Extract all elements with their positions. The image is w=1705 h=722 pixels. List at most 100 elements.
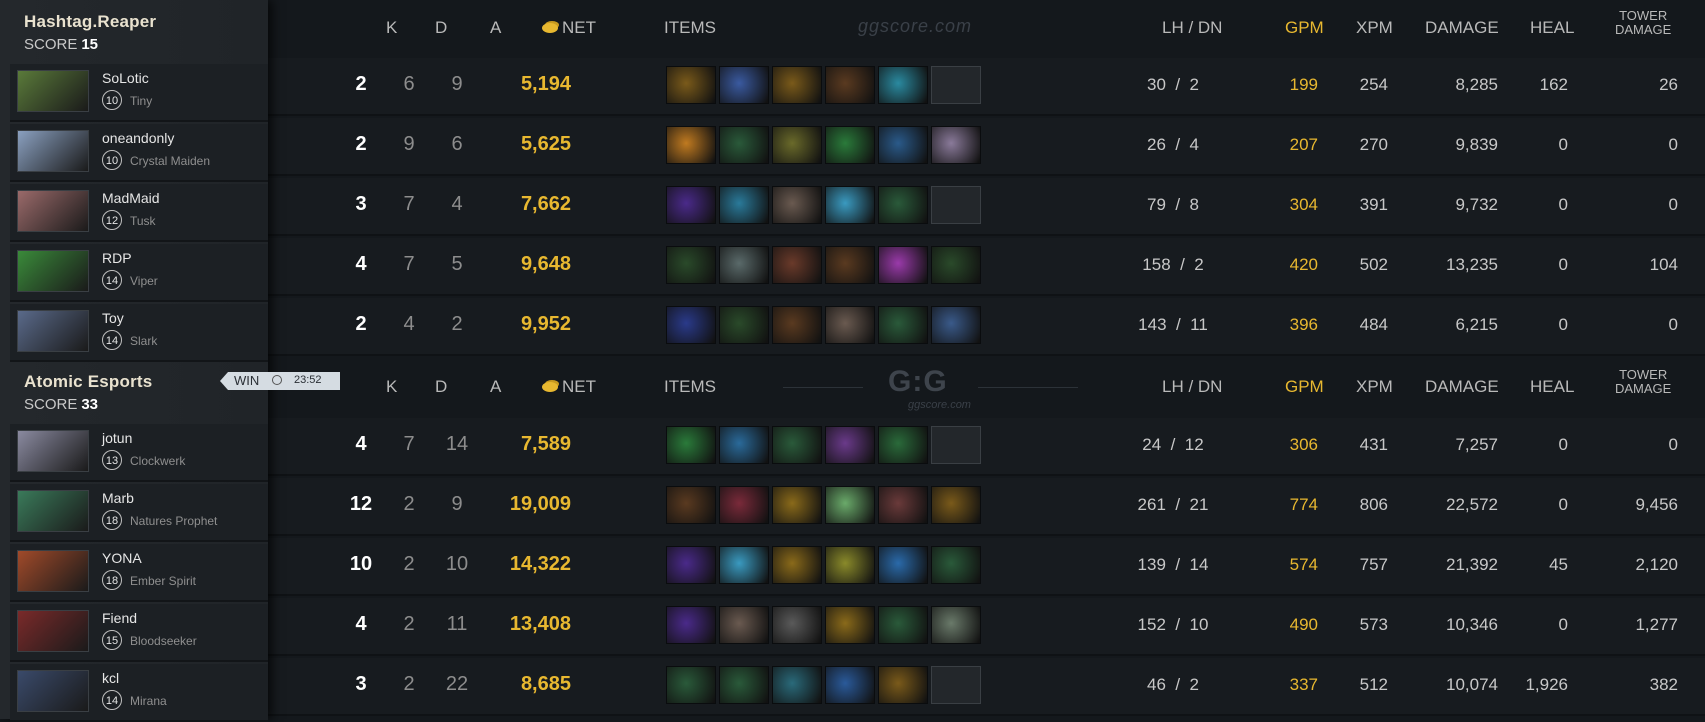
item-icon[interactable]: [666, 126, 716, 164]
player-card[interactable]: oneandonly 10 Crystal Maiden: [10, 124, 268, 182]
item-icon[interactable]: [931, 306, 981, 344]
item-icon[interactable]: [825, 126, 875, 164]
item-icon[interactable]: [719, 486, 769, 524]
player-card[interactable]: kcl 14 Mirana: [10, 664, 268, 722]
empty-item-slot[interactable]: [931, 426, 981, 464]
item-icon[interactable]: [666, 426, 716, 464]
item-icon[interactable]: [825, 246, 875, 284]
item-icon[interactable]: [931, 486, 981, 524]
empty-item-slot[interactable]: [931, 666, 981, 704]
tower-damage: 2,120: [1635, 555, 1678, 574]
col-gpm: GPM: [1285, 18, 1324, 37]
gpm: 490: [1289, 615, 1318, 634]
item-icon[interactable]: [772, 246, 822, 284]
empty-item-slot[interactable]: [931, 66, 981, 104]
item-icon[interactable]: [772, 66, 822, 104]
item-icon[interactable]: [719, 426, 769, 464]
player-name[interactable]: MadMaid: [102, 190, 160, 206]
item-icon[interactable]: [878, 666, 928, 704]
net-worth: 14,322: [509, 553, 571, 575]
item-icon[interactable]: [666, 666, 716, 704]
item-icon[interactable]: [878, 426, 928, 464]
player-card[interactable]: Marb 18 Natures Prophet: [10, 484, 268, 542]
player-stats-row: 3 2 22 8,685 46 / 2 337 512 10,074 1,926 382: [268, 658, 1705, 716]
player-name[interactable]: RDP: [102, 250, 132, 266]
item-icon[interactable]: [878, 486, 928, 524]
player-name[interactable]: Toy: [102, 310, 124, 326]
item-icon[interactable]: [825, 66, 875, 104]
scoreboard-table: K D A NET ITEMS ggscore.com LH / DN GPM …: [268, 0, 1705, 719]
player-card[interactable]: SoLotic 10 Tiny: [10, 64, 268, 122]
item-icon[interactable]: [931, 246, 981, 284]
xpm: 254: [1359, 75, 1388, 94]
player-name[interactable]: YONA: [102, 550, 142, 566]
item-icon[interactable]: [719, 66, 769, 104]
item-icon[interactable]: [719, 246, 769, 284]
assists: 10: [445, 553, 469, 575]
item-icon[interactable]: [931, 606, 981, 644]
item-icon[interactable]: [825, 666, 875, 704]
item-icon[interactable]: [825, 306, 875, 344]
item-icon[interactable]: [772, 126, 822, 164]
item-icon[interactable]: [666, 246, 716, 284]
item-icon[interactable]: [878, 606, 928, 644]
item-icon[interactable]: [825, 186, 875, 224]
player-stats-row: 2 9 6 5,625 26 / 4 207 270 9,839 0 0: [268, 118, 1705, 176]
item-icon[interactable]: [666, 186, 716, 224]
empty-item-slot[interactable]: [931, 186, 981, 224]
tower-damage: 0: [1668, 135, 1678, 154]
item-icon[interactable]: [719, 126, 769, 164]
item-icon[interactable]: [719, 546, 769, 584]
item-icon[interactable]: [878, 306, 928, 344]
item-icon[interactable]: [931, 126, 981, 164]
item-icon[interactable]: [825, 546, 875, 584]
hero-level: 12: [102, 210, 122, 230]
item-icon[interactable]: [666, 486, 716, 524]
last-hits-denies: 26 / 4: [1147, 135, 1199, 154]
player-name[interactable]: oneandonly: [102, 130, 174, 146]
player-card[interactable]: Fiend 15 Bloodseeker: [10, 604, 268, 662]
heal: 0: [1558, 195, 1568, 214]
item-icon[interactable]: [878, 186, 928, 224]
player-name[interactable]: Marb: [102, 490, 134, 506]
player-name[interactable]: kcl: [102, 670, 119, 686]
damage: 10,074: [1446, 675, 1498, 694]
player-card[interactable]: jotun 13 Clockwerk: [10, 424, 268, 482]
player-card[interactable]: Toy 14 Slark: [10, 304, 268, 362]
item-icon[interactable]: [666, 546, 716, 584]
item-icon[interactable]: [772, 666, 822, 704]
item-icon[interactable]: [772, 186, 822, 224]
item-icon[interactable]: [666, 606, 716, 644]
item-icon[interactable]: [825, 606, 875, 644]
heal: 1,926: [1525, 675, 1568, 694]
item-icon[interactable]: [878, 126, 928, 164]
player-card[interactable]: MadMaid 12 Tusk: [10, 184, 268, 242]
item-icon[interactable]: [825, 486, 875, 524]
gpm: 304: [1289, 195, 1318, 214]
col-net: NET: [542, 18, 596, 38]
item-icon[interactable]: [719, 666, 769, 704]
item-icon[interactable]: [666, 66, 716, 104]
item-icon[interactable]: [719, 186, 769, 224]
item-icon[interactable]: [772, 486, 822, 524]
player-card[interactable]: RDP 14 Viper: [10, 244, 268, 302]
item-icon[interactable]: [825, 426, 875, 464]
teams-sidebar: Hashtag.Reaper SCORE 15 SoLotic 10 Tiny onea…: [0, 0, 268, 722]
player-card[interactable]: YONA 18 Ember Spirit: [10, 544, 268, 602]
item-icon[interactable]: [719, 306, 769, 344]
divider: [978, 387, 1078, 388]
player-name[interactable]: Fiend: [102, 610, 137, 626]
item-icon[interactable]: [878, 246, 928, 284]
item-icon[interactable]: [931, 546, 981, 584]
player-name[interactable]: SoLotic: [102, 70, 149, 86]
item-icon[interactable]: [719, 606, 769, 644]
item-icon[interactable]: [772, 546, 822, 584]
item-icon[interactable]: [772, 306, 822, 344]
item-icon[interactable]: [772, 606, 822, 644]
item-icon[interactable]: [772, 426, 822, 464]
net-worth: 9,648: [520, 253, 571, 275]
player-name[interactable]: jotun: [102, 430, 132, 446]
item-icon[interactable]: [666, 306, 716, 344]
item-icon[interactable]: [878, 546, 928, 584]
item-icon[interactable]: [878, 66, 928, 104]
